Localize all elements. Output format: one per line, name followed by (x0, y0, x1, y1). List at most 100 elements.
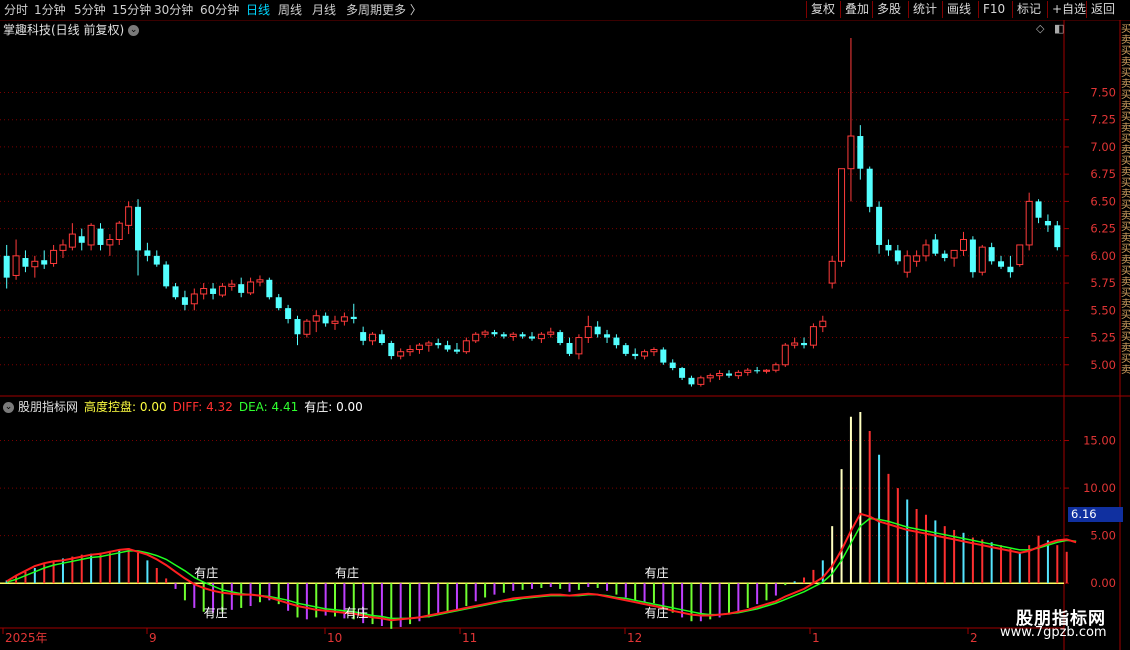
candle (1025, 192, 1033, 251)
candle-body (950, 249, 958, 259)
candle (388, 340, 395, 360)
candle-body (218, 285, 226, 296)
candle (285, 304, 292, 324)
kline-chart[interactable]: 7.50 7.25 7.00 6.75 6.50 6.25 6.00 5.75 5.50 5.25… (0, 0, 1130, 650)
indicator-dropdown-icon[interactable]: ⌄ (3, 402, 14, 413)
candle-body (566, 342, 573, 354)
candle (397, 348, 405, 360)
candle (472, 332, 480, 343)
candle-body (144, 250, 151, 256)
x-tick-label: 2 (970, 631, 978, 645)
candle-body (135, 206, 142, 251)
candle (303, 319, 311, 338)
candle (68, 223, 76, 251)
candle (78, 228, 85, 251)
candle-body (78, 236, 85, 243)
candle-body (978, 246, 986, 273)
candle-body (1044, 220, 1051, 226)
candle (210, 283, 217, 300)
candle-body (275, 297, 282, 309)
candle-body (59, 244, 67, 251)
price-tick-label: 5.50 (1090, 303, 1116, 317)
candle-body (932, 239, 939, 254)
candle-body (725, 373, 732, 376)
candle-body (509, 333, 517, 337)
candle-body (500, 334, 507, 337)
candle (632, 348, 639, 360)
candle-body (660, 349, 667, 363)
side-panel-edge[interactable]: 买卖买卖买卖买卖买卖买卖买卖买卖买卖买卖买卖买卖买卖买卖买卖买卖 (1121, 24, 1130, 394)
price-tick-label: 5.25 (1090, 331, 1116, 345)
candle (998, 255, 1005, 269)
candle-body (604, 334, 611, 338)
candle-body (12, 255, 20, 276)
candle (734, 370, 742, 379)
candle-body (857, 136, 864, 169)
candle (22, 250, 29, 273)
candle-body (706, 375, 714, 379)
price-tick-label: 6.75 (1090, 167, 1116, 181)
candle-body (1016, 244, 1024, 266)
candle-body (819, 320, 827, 328)
price-tick-label: 7.25 (1090, 113, 1116, 127)
candle-body (31, 260, 39, 268)
candle-body (1025, 200, 1033, 246)
candle-body (584, 326, 592, 339)
candle (604, 329, 611, 343)
candle (584, 315, 592, 343)
candle-body (125, 206, 133, 226)
candle (809, 323, 817, 349)
candle (453, 342, 460, 354)
candle-body (50, 249, 58, 264)
candle-body (388, 342, 395, 357)
x-tick-label: 1 (812, 631, 820, 645)
candle (575, 334, 583, 360)
marker-label: 有庄 (335, 565, 359, 580)
candle (978, 244, 986, 276)
indicator-tick-label: 15.00 (1083, 434, 1116, 448)
candle-body (22, 258, 29, 267)
candle-body (453, 349, 460, 352)
candle (3, 244, 10, 289)
price-tick-label: 6.00 (1090, 249, 1116, 263)
indicator-value-2: DEA: 4.41 (238, 400, 299, 414)
candle-body (285, 308, 292, 320)
candle-body (397, 351, 405, 357)
candle (41, 250, 48, 269)
candle (135, 199, 142, 276)
candle-body (172, 286, 179, 298)
candle-body (679, 368, 686, 378)
candle-body (312, 315, 320, 322)
indicator-name: 股朋指标网 (18, 400, 79, 414)
marker-label: 有庄 (194, 565, 218, 580)
candle-body (1007, 266, 1014, 273)
candle-body (247, 281, 255, 294)
candle (500, 332, 507, 339)
candle-body (519, 334, 526, 337)
candle (903, 250, 911, 278)
candle-body (331, 320, 339, 324)
candle (1044, 214, 1051, 232)
candle (340, 312, 348, 326)
candle (87, 223, 95, 251)
candle (772, 362, 780, 373)
candle (491, 329, 498, 337)
candle (791, 337, 799, 349)
candle (781, 342, 789, 367)
candle-body (444, 345, 451, 350)
candle (256, 275, 264, 287)
candle (106, 234, 114, 256)
candle-body (228, 283, 236, 287)
candle (435, 338, 442, 349)
candle (725, 370, 732, 378)
candle-body (303, 320, 311, 335)
candle (669, 359, 676, 371)
candle (744, 368, 752, 376)
candle (481, 329, 489, 338)
candle (163, 261, 170, 289)
candle (537, 332, 545, 343)
candle-body (669, 362, 676, 369)
candle-body (941, 253, 948, 259)
candle (697, 375, 705, 387)
candle-body (350, 316, 357, 320)
